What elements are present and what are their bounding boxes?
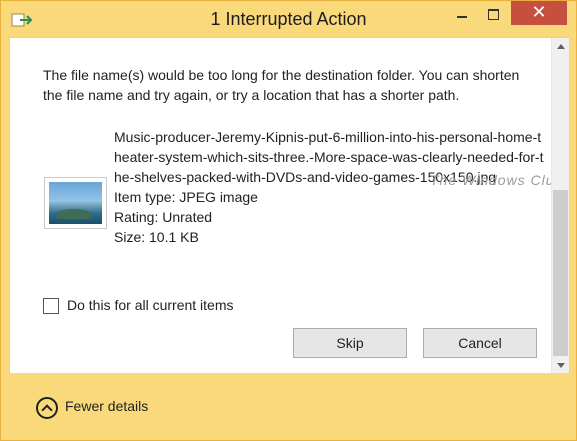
skip-button[interactable]: Skip	[293, 328, 407, 358]
maximize-button[interactable]	[479, 1, 507, 25]
scroll-up-arrow-icon[interactable]	[552, 38, 569, 55]
file-size: Size: 10.1 KB	[114, 229, 199, 245]
minimize-button[interactable]	[447, 1, 475, 25]
title-bar: 1 Interrupted Action ✕	[1, 1, 576, 37]
file-thumbnail	[44, 177, 107, 229]
scroll-down-arrow-icon[interactable]	[552, 357, 569, 374]
apply-all-checkbox[interactable]	[43, 298, 59, 314]
error-message: The file name(s) would be too long for t…	[43, 67, 520, 103]
landscape-image-icon	[49, 182, 102, 224]
close-button[interactable]: ✕	[511, 1, 567, 25]
vertical-scrollbar[interactable]	[551, 38, 569, 374]
dialog-content: The file name(s) would be too long for t…	[9, 37, 570, 375]
file-rating: Rating: Unrated	[114, 209, 213, 225]
interrupted-action-window: 1 Interrupted Action ✕ The file name(s) …	[0, 0, 577, 441]
apply-all-label[interactable]: Do this for all current items	[67, 297, 234, 313]
chevron-up-circle-icon[interactable]	[36, 397, 58, 419]
footer: Fewer details	[1, 373, 576, 440]
watermark: The Windows Club	[430, 172, 564, 188]
cancel-button[interactable]: Cancel	[423, 328, 537, 358]
file-item-type: Item type: JPEG image	[114, 189, 258, 205]
fewer-details-link[interactable]: Fewer details	[65, 398, 148, 414]
close-icon: ✕	[531, 2, 547, 23]
scroll-thumb[interactable]	[553, 190, 568, 356]
